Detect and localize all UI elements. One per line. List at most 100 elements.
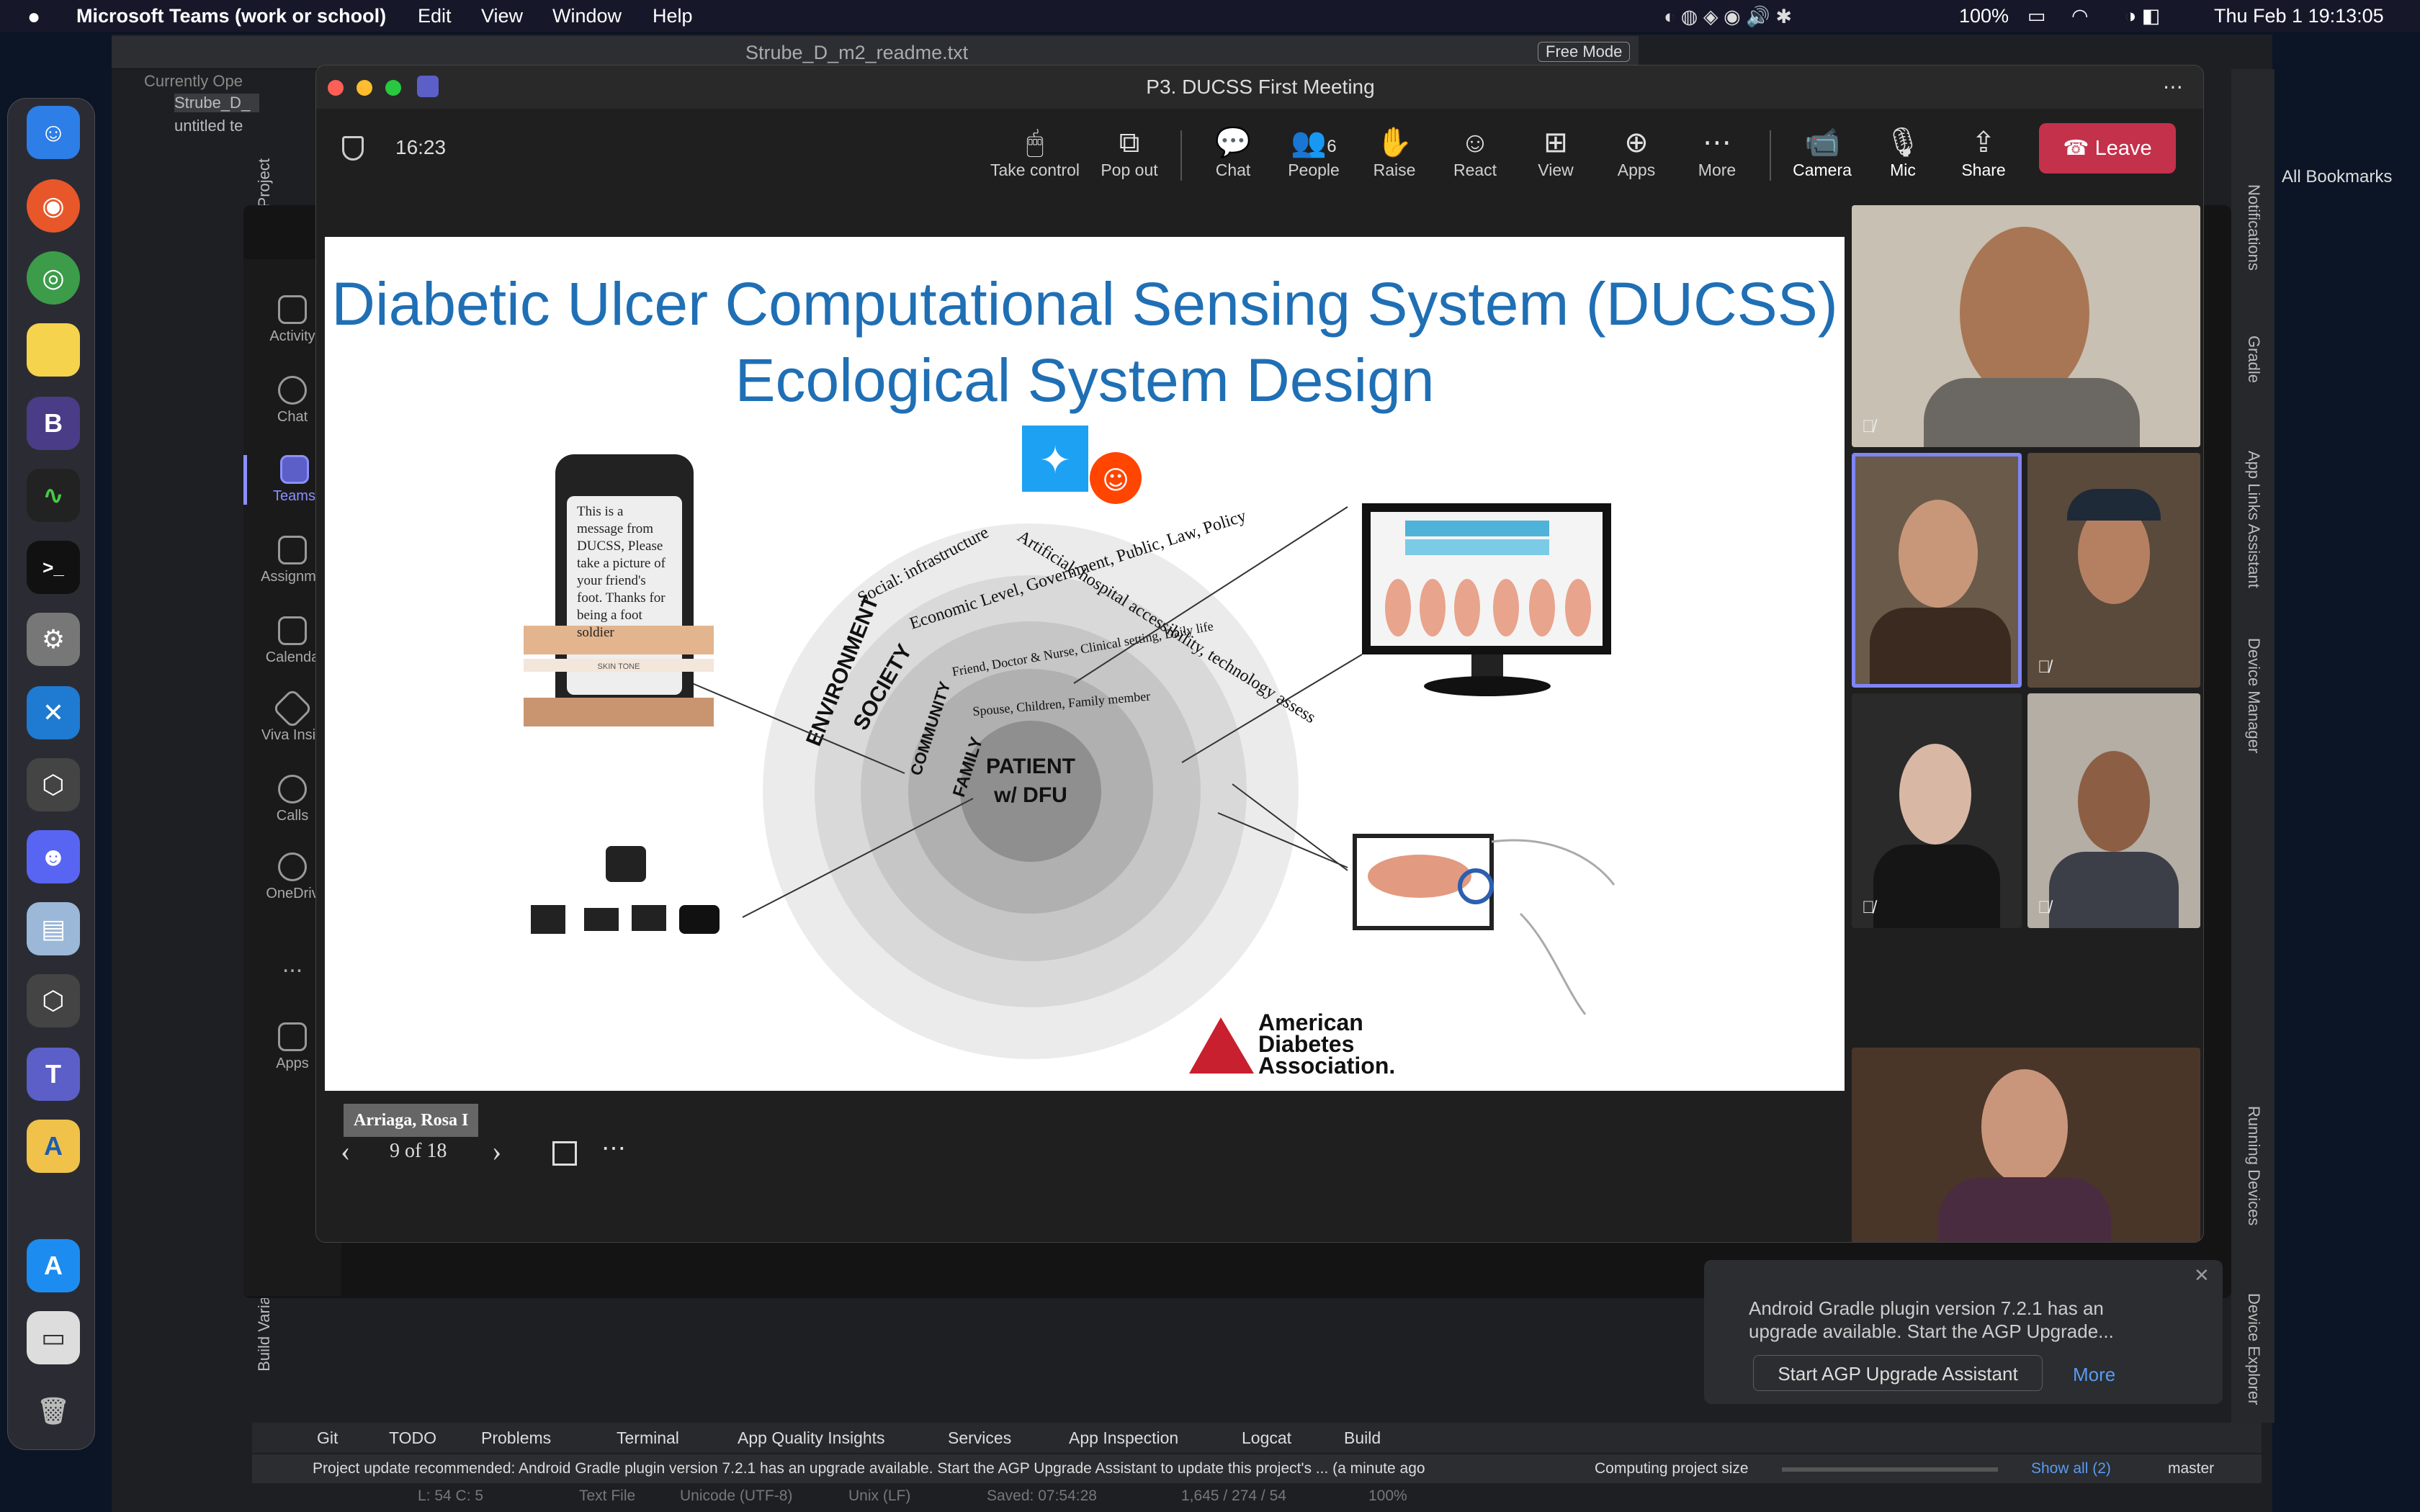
file-item[interactable]: Strube_D_ [174,94,259,112]
tool-git[interactable]: Git [317,1428,338,1448]
menu-view[interactable]: View [481,5,523,27]
chat-button[interactable]: 💬 Chat [1193,125,1273,180]
notes-icon[interactable] [27,323,80,377]
participant-tile[interactable]: 🎙̸ [1852,693,2022,928]
menu-help[interactable]: Help [653,5,693,27]
zoom-level[interactable]: 100% [1368,1488,1407,1505]
unity-hub-icon[interactable]: ⬡ [27,974,80,1027]
android-studio-icon[interactable]: A [27,1120,80,1173]
grid-icon: ⊞ [1543,127,1568,158]
participant-tile[interactable]: 🎙̸ [2027,693,2200,928]
file-item[interactable]: untitled te [174,117,259,135]
branch-name[interactable]: master [2168,1460,2214,1477]
dock: ☺ ◉ ◎ B ∿ >_ ⚙ ✕ ⬡ ☻ ▤ ⬡ T A A ▭ 🗑 [7,98,95,1450]
side-tab-device-manager[interactable]: Device Manager [2244,638,2263,753]
participant-tile-active[interactable] [1852,453,2022,688]
encoding[interactable]: Unicode (UTF-8) [680,1488,792,1505]
chrome-icon[interactable]: ◎ [27,251,80,305]
camera-button[interactable]: 📹 Camera [1783,125,1862,180]
react-button[interactable]: ☺ React [1435,125,1515,180]
apps-button[interactable]: ⊕ Apps [1597,125,1676,180]
battery-icon[interactable]: ▭ [2027,5,2046,27]
people-icon: 👥6 [1291,127,1337,158]
terminal-icon[interactable]: >_ [27,541,80,594]
side-tab-gradle[interactable]: Gradle [2244,336,2263,383]
side-tab-notifications[interactable]: Notifications [2244,184,2263,271]
leave-button[interactable]: ☎ Leave [2039,123,2176,174]
finder-icon[interactable]: ☺ [27,106,80,159]
people-button[interactable]: 👥6 People [1274,125,1353,180]
meeting-titlebar: P3. DUCSS First Meeting ⋯ [316,66,2203,109]
file-type[interactable]: Text File [579,1488,635,1505]
system-settings-icon[interactable]: ⚙ [27,613,80,666]
menu-window[interactable]: Window [552,5,622,27]
close-button[interactable] [328,80,344,96]
cloud-icon [278,852,307,881]
tool-app-inspection[interactable]: App Inspection [1069,1428,1178,1448]
free-mode-badge[interactable]: Free Mode [1538,42,1631,62]
participant-tile[interactable] [1852,1048,2200,1242]
pop-out-button[interactable]: ⧉ Pop out [1090,125,1169,180]
firefox-icon[interactable]: ◉ [27,179,80,233]
mic-button[interactable]: 🎙 Mic [1863,125,1942,180]
window-more-icon[interactable]: ⋯ [2163,66,2183,109]
svg-text:✦: ✦ [1039,439,1071,482]
view-button[interactable]: ⊞ View [1516,125,1595,180]
show-all-link[interactable]: Show all (2) [2031,1460,2111,1477]
prev-slide-icon[interactable]: ‹ [341,1134,350,1168]
window-icon[interactable]: ▭ [27,1311,80,1364]
wifi-icon[interactable]: ◠ [2071,5,2089,27]
discord-icon[interactable]: ☻ [27,830,80,883]
zoom-button[interactable] [385,80,401,96]
bookmarks-label[interactable]: All Bookmarks [2282,167,2392,187]
tool-terminal[interactable]: Terminal [617,1428,679,1448]
trash-icon[interactable]: 🗑 [27,1385,80,1438]
side-tab-app-links[interactable]: App Links Assistant [2244,451,2263,588]
tool-todo[interactable]: TODO [389,1428,436,1448]
preview-icon[interactable]: ▤ [27,902,80,955]
control-center-icon[interactable]: ◑ ◧ [2125,5,2160,27]
start-agp-upgrade-button[interactable]: Start AGP Upgrade Assistant [1753,1355,2043,1391]
slide-more-icon[interactable]: ⋯ [601,1134,626,1163]
next-slide-icon[interactable]: › [492,1134,501,1168]
notification-close-icon[interactable]: ✕ [2194,1264,2210,1287]
more-button[interactable]: ⋯ More [1677,125,1757,180]
unity-icon[interactable]: ⬡ [27,758,80,811]
status-icons[interactable]: ◐ ◍ ◈ ◉ 🔊 ✱ [1664,5,1792,28]
slide-counter: 9 of 18 [390,1140,447,1162]
tool-app-quality[interactable]: App Quality Insights [738,1428,885,1448]
line-endings[interactable]: Unix (LF) [848,1488,910,1505]
notification-more-link[interactable]: More [2073,1364,2115,1386]
share-button[interactable]: ⇪ Share [1944,125,2023,180]
tool-problems[interactable]: Problems [481,1428,551,1448]
slide-grid-icon[interactable] [552,1141,577,1166]
app-store-icon[interactable]: A [27,1239,80,1292]
slide-navigation: ‹ 9 of 18 › ⋯ [325,1124,757,1182]
center-dfu: w/ DFU [993,783,1067,807]
battery-percent[interactable]: 100% [1959,5,2009,27]
apple-icon[interactable]: ● [27,5,40,30]
bbedit-icon[interactable]: B [27,397,80,450]
phone-message: This is a message from DUCSS, Please tak… [577,504,666,640]
participant-tile[interactable]: 🎙̸ [1852,205,2200,447]
teams-icon[interactable]: T [27,1048,80,1101]
take-control-button[interactable]: 🖱 Take control [985,125,1085,180]
project-tab[interactable]: Project [255,158,274,207]
raise-hand-button[interactable]: ✋ Raise [1355,125,1434,180]
participant-face [2078,751,2150,852]
tool-logcat[interactable]: Logcat [1242,1428,1291,1448]
vscode-icon[interactable]: ✕ [27,686,80,739]
side-tab-device-explorer[interactable]: Device Explorer [2244,1293,2263,1405]
minimize-button[interactable] [357,80,372,96]
app-name-menu[interactable]: Microsoft Teams (work or school) [76,5,386,27]
clock[interactable]: Thu Feb 1 19:13:05 [2214,5,2384,27]
tool-build[interactable]: Build [1344,1428,1381,1448]
status-message[interactable]: Project update recommended: Android Grad… [313,1460,1609,1477]
activity-monitor-icon[interactable]: ∿ [27,469,80,522]
side-tab-running-devices[interactable]: Running Devices [2244,1106,2263,1225]
build-variants-tab[interactable]: Build Varia [255,1296,274,1372]
participant-tile[interactable]: 🎙̸ [2027,453,2200,688]
tool-services[interactable]: Services [948,1428,1011,1448]
menu-edit[interactable]: Edit [418,5,452,27]
shield-icon[interactable] [342,136,364,161]
